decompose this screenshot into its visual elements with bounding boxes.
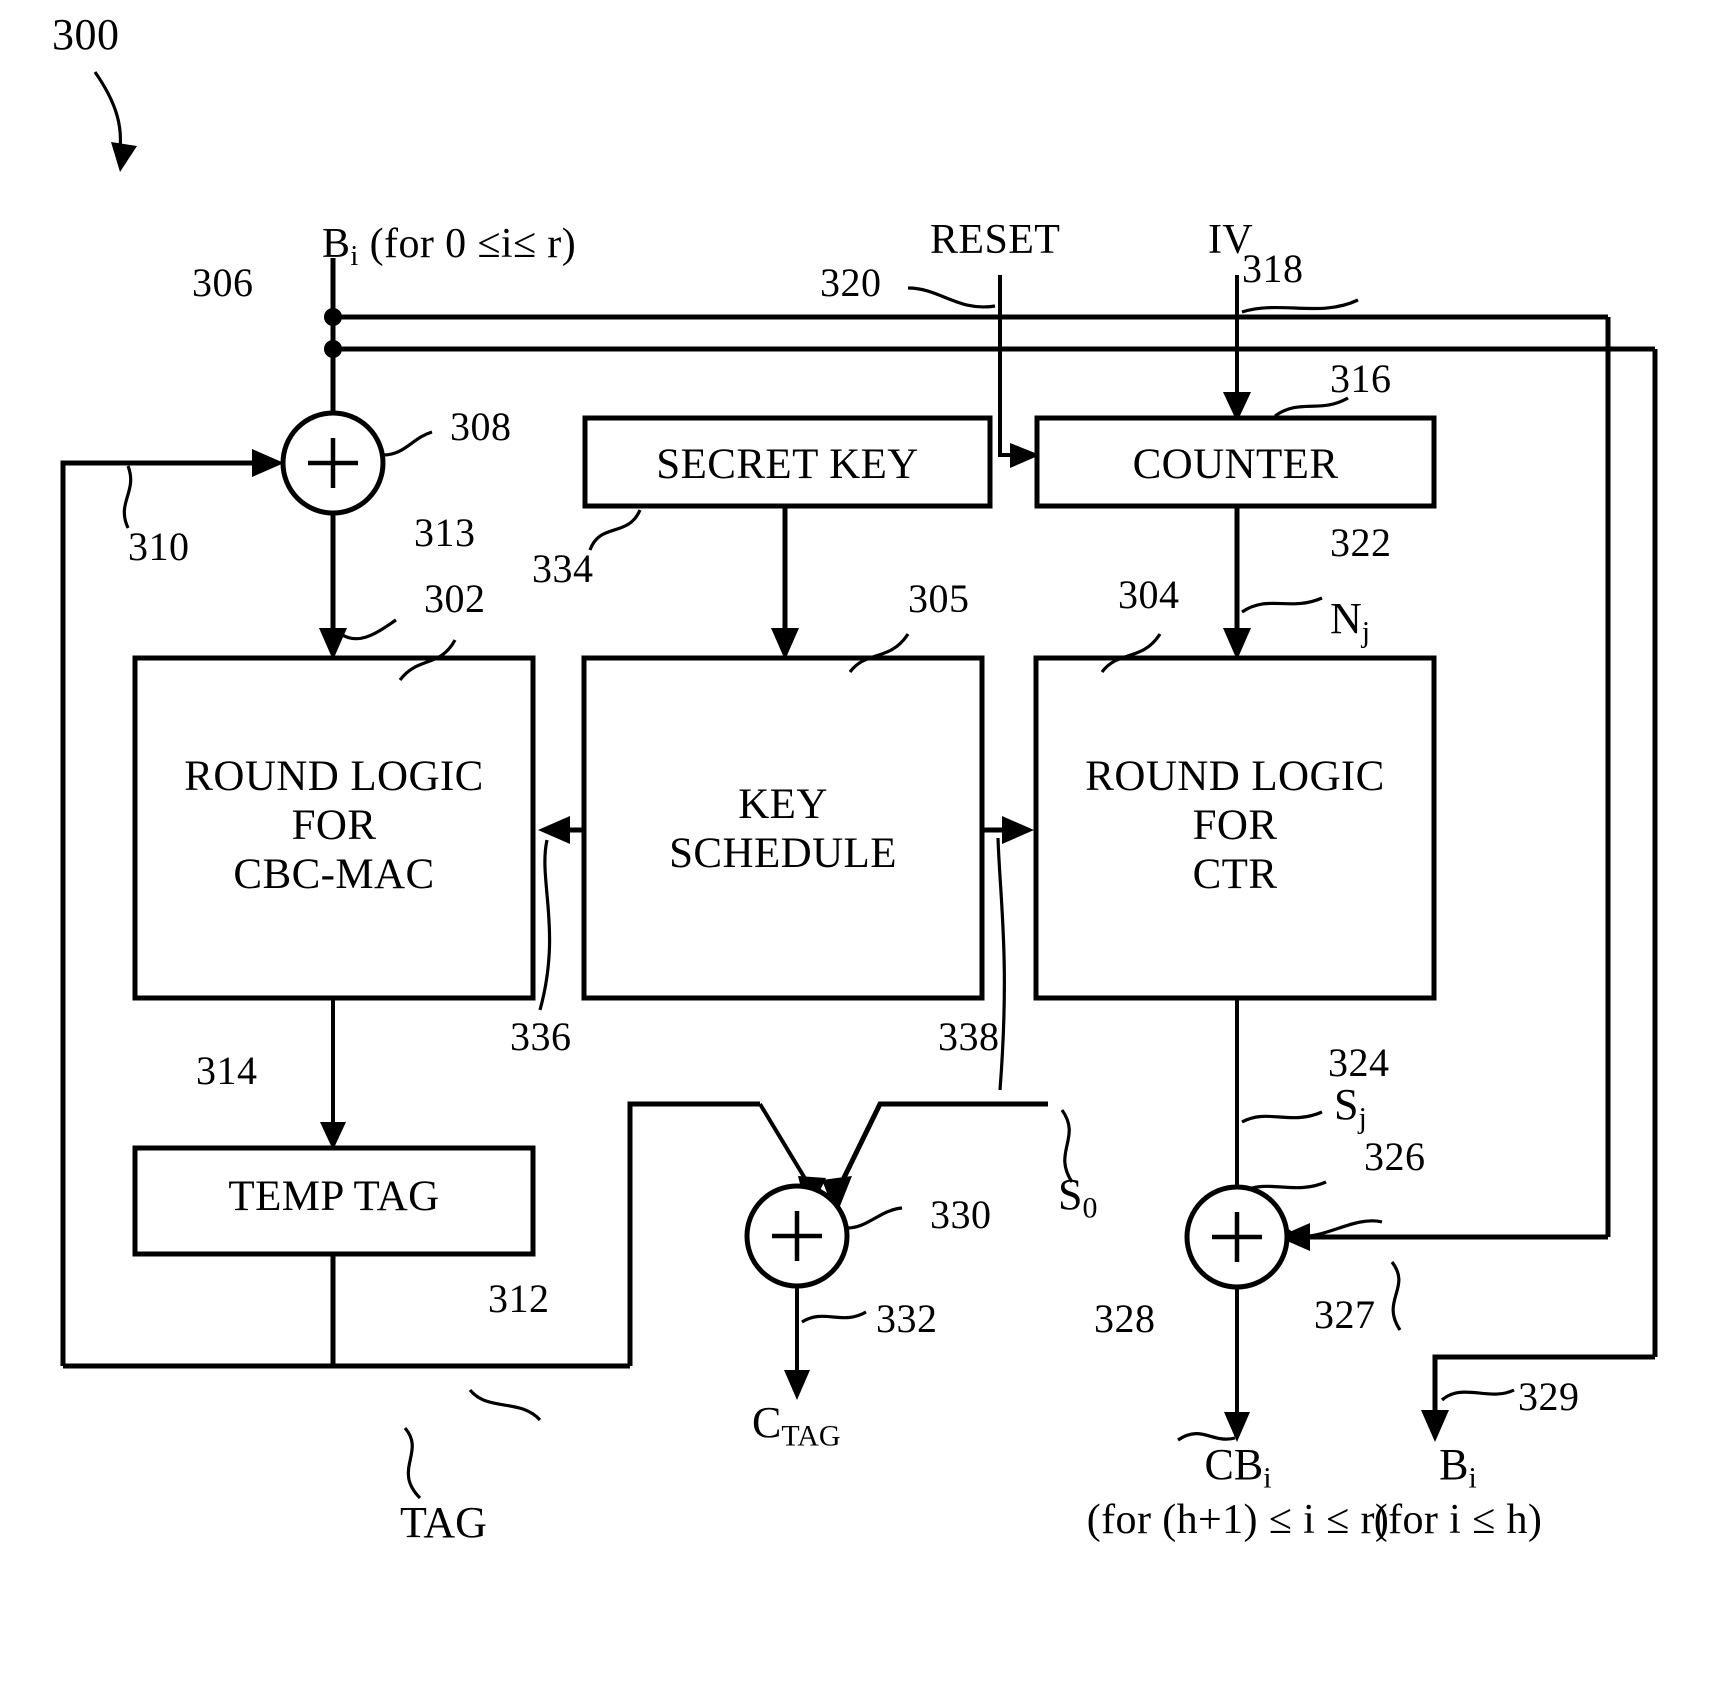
cbi-symbol: CB <box>1204 1440 1264 1489</box>
signal-label-reset: RESET <box>930 217 1061 263</box>
ref-310: 310 <box>128 524 190 569</box>
ref-312: 312 <box>488 1276 550 1321</box>
sj-subscript: j <box>1358 1101 1367 1135</box>
arrowhead-ctag <box>784 1370 810 1400</box>
lead-313 <box>337 618 397 641</box>
ref-326: 326 <box>1364 1134 1426 1179</box>
ref-320: 320 <box>820 260 882 305</box>
arrowhead-cbi <box>1224 1412 1250 1442</box>
counter-label: COUNTER <box>1132 441 1339 488</box>
lead-318 <box>1241 298 1359 314</box>
sj-symbol: S <box>1334 1080 1359 1129</box>
ref-329: 329 <box>1518 1374 1580 1419</box>
figure-300-lead <box>93 71 123 149</box>
arrowhead-into-block302-from-keysched <box>538 816 570 844</box>
round-logic-ctr-line1: ROUND LOGIC <box>1085 753 1385 800</box>
secret-key-label: SECRET KEY <box>656 441 919 488</box>
bus-junction-dot-lower <box>324 340 342 358</box>
bi-input-range: (for 0 ≤i≤ r) <box>369 221 577 267</box>
ref-332: 332 <box>876 1296 938 1341</box>
s0-symbol: S <box>1058 1170 1083 1219</box>
ref-304: 304 <box>1118 572 1180 617</box>
arrowhead-into-keyschedule <box>771 628 799 660</box>
lead-310 <box>122 465 133 529</box>
ctag-symbol: C <box>752 1398 782 1447</box>
lead-327 <box>1390 1261 1402 1331</box>
signal-label-sj: Sj <box>1334 1080 1367 1135</box>
reset-line <box>998 275 1017 457</box>
bus-junction-dot-upper <box>324 308 342 326</box>
figure-300-arrowhead <box>111 142 137 172</box>
ref-328: 328 <box>1094 1296 1156 1341</box>
wire-312-up-to-xor330 <box>627 1101 760 1366</box>
signal-label-bi-input: Bi (for 0 ≤i≤ r) <box>322 222 576 272</box>
ref-322: 322 <box>1330 520 1392 565</box>
lead-330 <box>846 1206 903 1230</box>
signal-label-nj: Nj <box>1330 594 1371 649</box>
ref-330: 330 <box>930 1192 992 1237</box>
cbi-subscript: i <box>1263 1461 1272 1495</box>
lead-324 <box>1241 1110 1323 1124</box>
ref-334: 334 <box>532 546 594 591</box>
key-schedule-line2: SCHEDULE <box>669 830 897 877</box>
ref-318: 318 <box>1242 246 1304 291</box>
nj-subscript: j <box>1361 615 1371 649</box>
ref-308: 308 <box>450 404 512 449</box>
lead-tag <box>403 1426 422 1500</box>
ref-302: 302 <box>424 576 486 621</box>
round-logic-ctr-line2: FOR <box>1192 802 1278 849</box>
ref-324: 324 <box>1328 1040 1390 1085</box>
round-logic-cbc-mac-label: ROUND LOGIC FOR CBC-MAC <box>135 752 533 899</box>
patent-figure-300: 300 Bi (for 0 ≤i≤ r) RESET IV 306 320 31… <box>0 0 1723 1692</box>
s0-subscript: 0 <box>1082 1191 1098 1225</box>
bi-out-symbol: B <box>1439 1440 1469 1489</box>
temp-tag-label: TEMP TAG <box>228 1173 440 1220</box>
key-schedule-label: KEY SCHEDULE <box>584 780 982 878</box>
lead-329 <box>1440 1388 1515 1402</box>
lead-320 <box>907 286 996 309</box>
ref-316: 316 <box>1330 356 1392 401</box>
signal-label-bi-out: Bi (for i ≤ h) <box>1330 1440 1586 1541</box>
lead-336 <box>538 839 552 1011</box>
ref-305: 305 <box>908 576 970 621</box>
nj-symbol: N <box>1330 594 1362 643</box>
bi-out-range: (for i ≤ h) <box>1373 1496 1543 1543</box>
bi-out-subscript: i <box>1468 1461 1477 1495</box>
arrowhead-into-xor308-left <box>252 449 284 477</box>
ref-313: 313 <box>414 510 476 555</box>
bi-input-subscript: i <box>350 240 359 272</box>
round-logic-cbc-mac-line1: ROUND LOGIC <box>184 753 484 800</box>
lead-332 <box>801 1310 867 1324</box>
round-logic-cbc-mac-line3: CBC-MAC <box>233 851 435 898</box>
ref-327: 327 <box>1314 1292 1376 1337</box>
ref-306: 306 <box>192 260 254 305</box>
arrowhead-into-block302 <box>319 628 347 660</box>
arrowhead-into-block304 <box>1223 628 1251 660</box>
round-logic-ctr-line3: CTR <box>1192 851 1278 898</box>
round-logic-ctr-label: ROUND LOGIC FOR CTR <box>1036 752 1434 899</box>
signal-label-tag: TAG <box>400 1498 487 1547</box>
arrowhead-bi-output <box>1421 1410 1449 1442</box>
lead-312 <box>468 1388 542 1422</box>
bi-input-symbol: B <box>322 221 351 267</box>
wire-s0-to-xor330 <box>835 1101 1048 1192</box>
figure-number: 300 <box>52 10 120 59</box>
key-schedule-line1: KEY <box>738 781 828 828</box>
lead-334 <box>588 509 642 551</box>
round-logic-cbc-mac-line2: FOR <box>291 802 377 849</box>
ref-336: 336 <box>510 1014 572 1059</box>
signal-label-ctag: CTAG <box>752 1398 841 1453</box>
ref-338: 338 <box>938 1014 1000 1059</box>
lead-322 <box>1241 596 1323 614</box>
ref-314: 314 <box>196 1048 258 1093</box>
signal-label-s0: S0 <box>1058 1170 1098 1225</box>
ctag-subscript: TAG <box>781 1419 841 1453</box>
lead-308 <box>382 430 433 457</box>
arrowhead-into-block304-from-keysched <box>1002 816 1034 844</box>
bi-out-symbol-row: Bi <box>1330 1440 1586 1495</box>
